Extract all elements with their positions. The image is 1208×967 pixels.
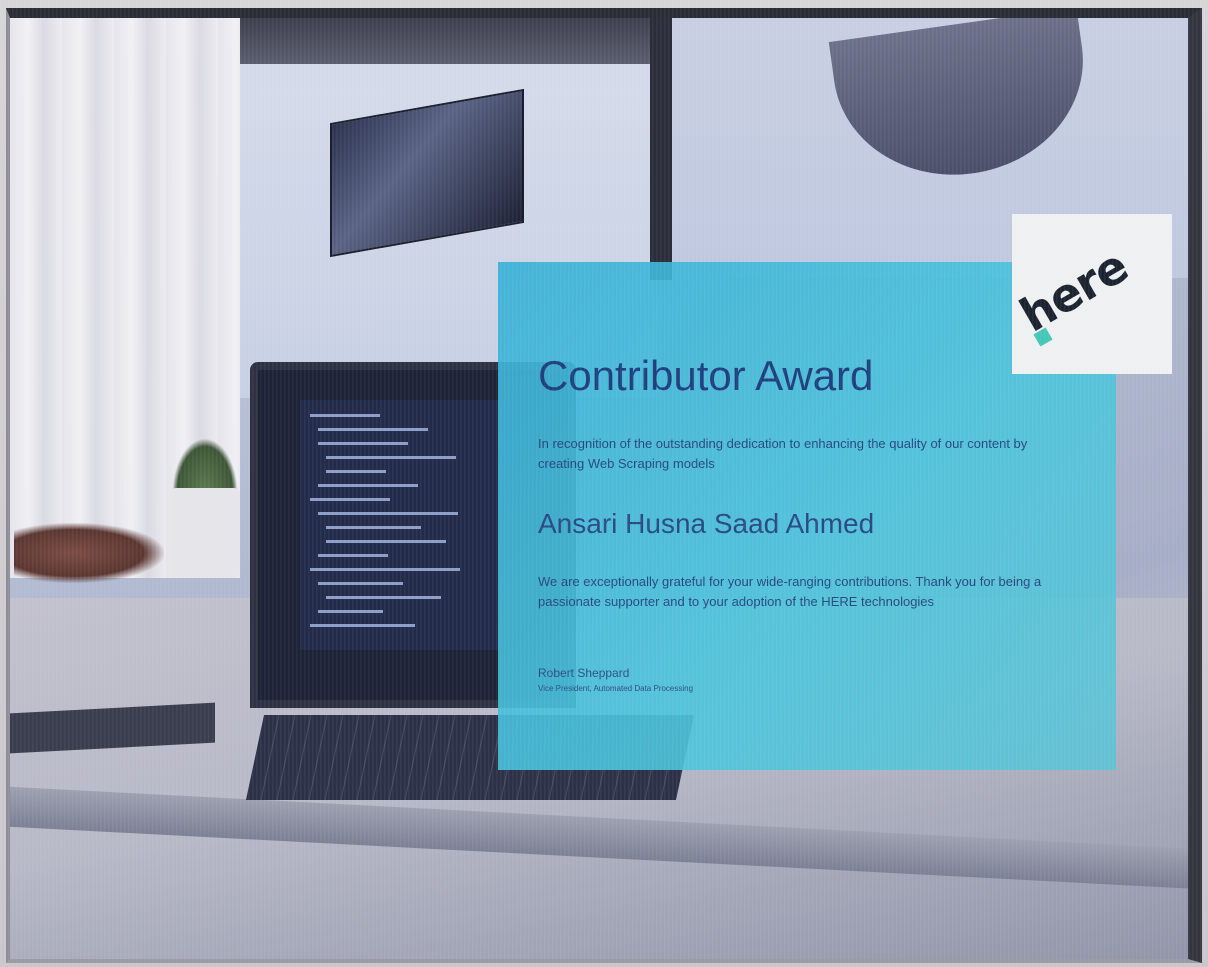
code-line	[310, 498, 390, 501]
plant-pot	[170, 488, 240, 578]
code-line	[310, 568, 460, 571]
code-line	[310, 414, 380, 417]
certificate-intro: In recognition of the outstanding dedica…	[538, 436, 1028, 471]
code-line	[318, 512, 458, 515]
code-line	[326, 596, 441, 599]
pillar	[650, 18, 672, 280]
code-line	[318, 554, 388, 557]
signer-title: Vice President, Automated Data Processin…	[538, 684, 694, 693]
signer-name: Robert Sheppard	[538, 666, 630, 680]
toy	[14, 523, 164, 583]
photo: here Contributor Award In recognition of…	[0, 0, 1208, 967]
code-line	[310, 624, 415, 627]
code-line	[326, 526, 421, 529]
recipient-name: Ansari Husna Saad Ahmed	[538, 508, 875, 539]
ceiling-beam	[240, 18, 670, 64]
code-line	[318, 610, 383, 613]
code-line	[318, 582, 403, 585]
plant	[172, 438, 238, 494]
code-line	[326, 456, 456, 459]
code-line	[318, 484, 418, 487]
code-line	[318, 442, 408, 445]
certificate-title: Contributor Award	[538, 352, 874, 399]
code-line	[326, 540, 446, 543]
code-line	[326, 470, 386, 473]
code-editor	[300, 400, 500, 650]
certificate-thanks: We are exceptionally grateful for your w…	[538, 574, 1042, 609]
code-line	[318, 428, 428, 431]
